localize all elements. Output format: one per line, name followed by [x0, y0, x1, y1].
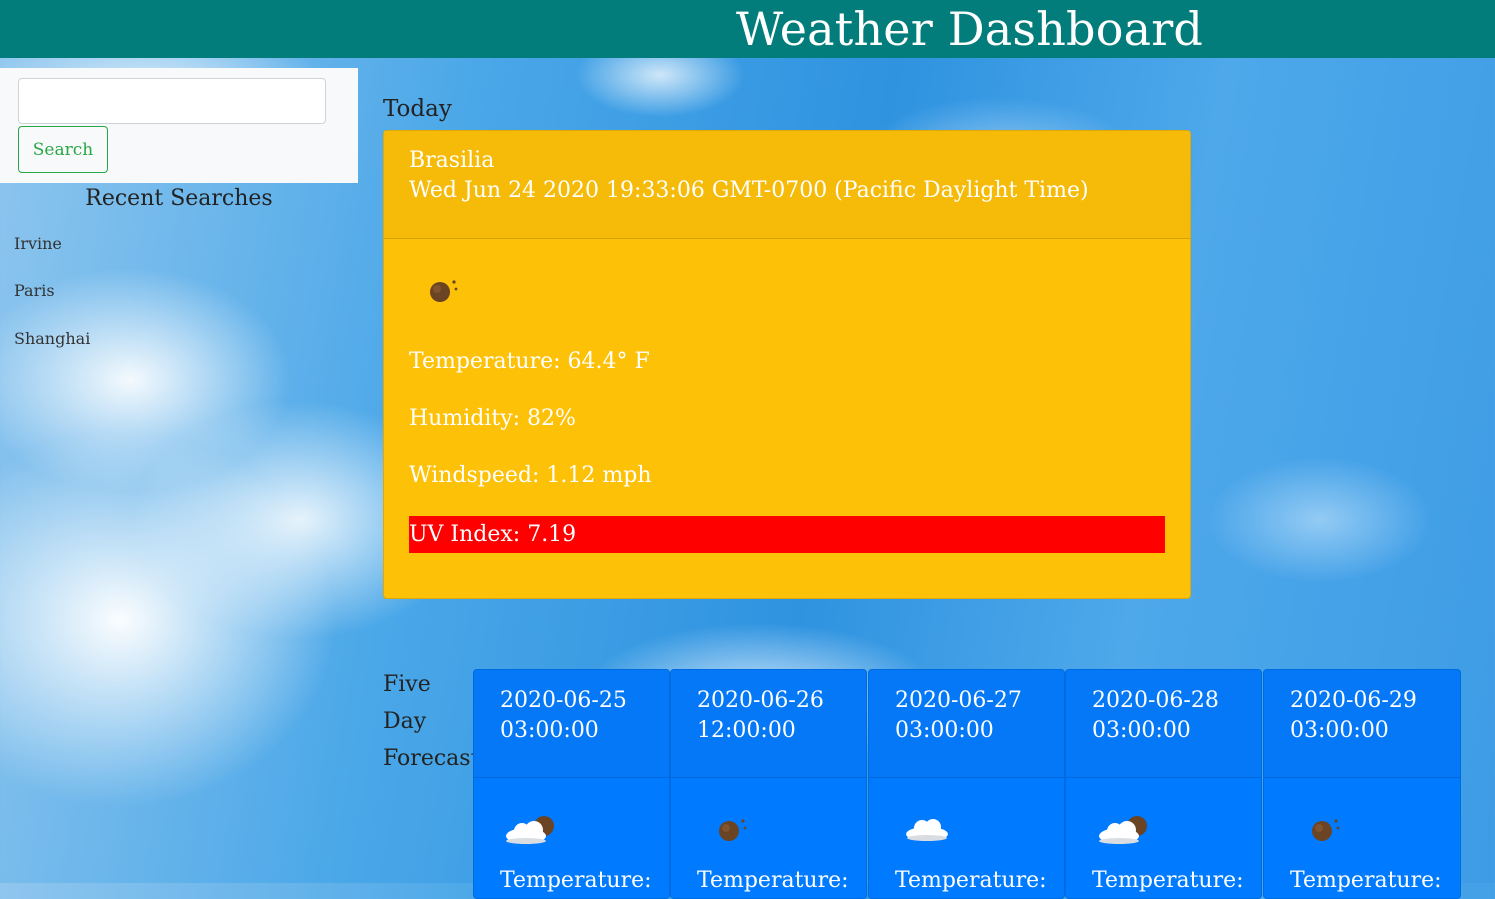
forecast-time: 03:00:00 — [1290, 718, 1389, 743]
city-name: Brasilia — [409, 148, 495, 173]
search-input[interactable] — [18, 78, 326, 124]
forecast-date: 2020-06-28 — [1092, 688, 1219, 713]
clear-night-icon — [1306, 815, 1342, 849]
forecast-card: 2020-06-28 03:00:00 Temperature: — [1065, 669, 1262, 899]
today-humidity: Humidity: 82% — [409, 406, 576, 431]
search-button[interactable]: Search — [18, 126, 108, 173]
today-label: Today — [383, 96, 452, 122]
forecast-card: 2020-06-29 03:00:00 Temperature: — [1263, 669, 1461, 899]
forecast-card-header: 2020-06-29 03:00:00 — [1264, 670, 1460, 778]
cloudy-night-icon — [1097, 814, 1151, 850]
forecast-date: 2020-06-26 — [697, 688, 824, 713]
clear-night-icon — [424, 276, 460, 310]
forecast-card: 2020-06-27 03:00:00 Temperature: — [868, 669, 1065, 899]
forecast-temperature: Temperature: — [697, 868, 849, 893]
forecast-time: 03:00:00 — [500, 718, 599, 743]
forecast-label-word: Five — [383, 672, 431, 697]
cloud-icon — [903, 816, 951, 846]
recent-search-item[interactable]: Irvine — [14, 234, 62, 253]
forecast-date: 2020-06-27 — [895, 688, 1022, 713]
forecast-card-header: 2020-06-27 03:00:00 — [869, 670, 1064, 778]
forecast-temperature: Temperature: — [1290, 868, 1442, 893]
clear-night-icon — [713, 815, 749, 849]
search-panel: Search — [0, 68, 358, 183]
forecast-label-word: Day — [383, 709, 427, 734]
forecast-label-word: Forecast — [383, 746, 480, 771]
recent-search-item[interactable]: Shanghai — [14, 329, 90, 348]
forecast-date: 2020-06-29 — [1290, 688, 1417, 713]
page-title: Weather Dashboard — [736, 2, 1204, 56]
top-header: Weather Dashboard — [0, 0, 1495, 58]
forecast-temperature: Temperature: — [1092, 868, 1244, 893]
forecast-temperature: Temperature: — [895, 868, 1047, 893]
forecast-card: 2020-06-25 03:00:00 Temperature: — [473, 669, 670, 899]
uv-index-badge: UV Index: 7.19 — [409, 516, 1165, 553]
forecast-card-header: 2020-06-28 03:00:00 — [1066, 670, 1261, 778]
today-card: Brasilia Wed Jun 24 2020 19:33:06 GMT-07… — [383, 130, 1191, 599]
current-datetime: Wed Jun 24 2020 19:33:06 GMT-0700 (Pacif… — [409, 178, 1089, 203]
cloudy-night-icon — [504, 814, 558, 850]
today-windspeed: Windspeed: 1.12 mph — [409, 463, 652, 488]
forecast-card-header: 2020-06-26 12:00:00 — [671, 670, 866, 778]
forecast-card-header: 2020-06-25 03:00:00 — [474, 670, 669, 778]
forecast-date: 2020-06-25 — [500, 688, 627, 713]
forecast-time: 03:00:00 — [1092, 718, 1191, 743]
recent-search-item[interactable]: Paris — [14, 281, 55, 300]
forecast-time: 12:00:00 — [697, 718, 796, 743]
forecast-card: 2020-06-26 12:00:00 Temperature: — [670, 669, 867, 899]
today-temperature: Temperature: 64.4° F — [409, 349, 650, 374]
today-card-header: Brasilia Wed Jun 24 2020 19:33:06 GMT-07… — [384, 131, 1190, 239]
forecast-temperature: Temperature: — [500, 868, 652, 893]
recent-searches-title: Recent Searches — [85, 186, 273, 211]
forecast-time: 03:00:00 — [895, 718, 994, 743]
